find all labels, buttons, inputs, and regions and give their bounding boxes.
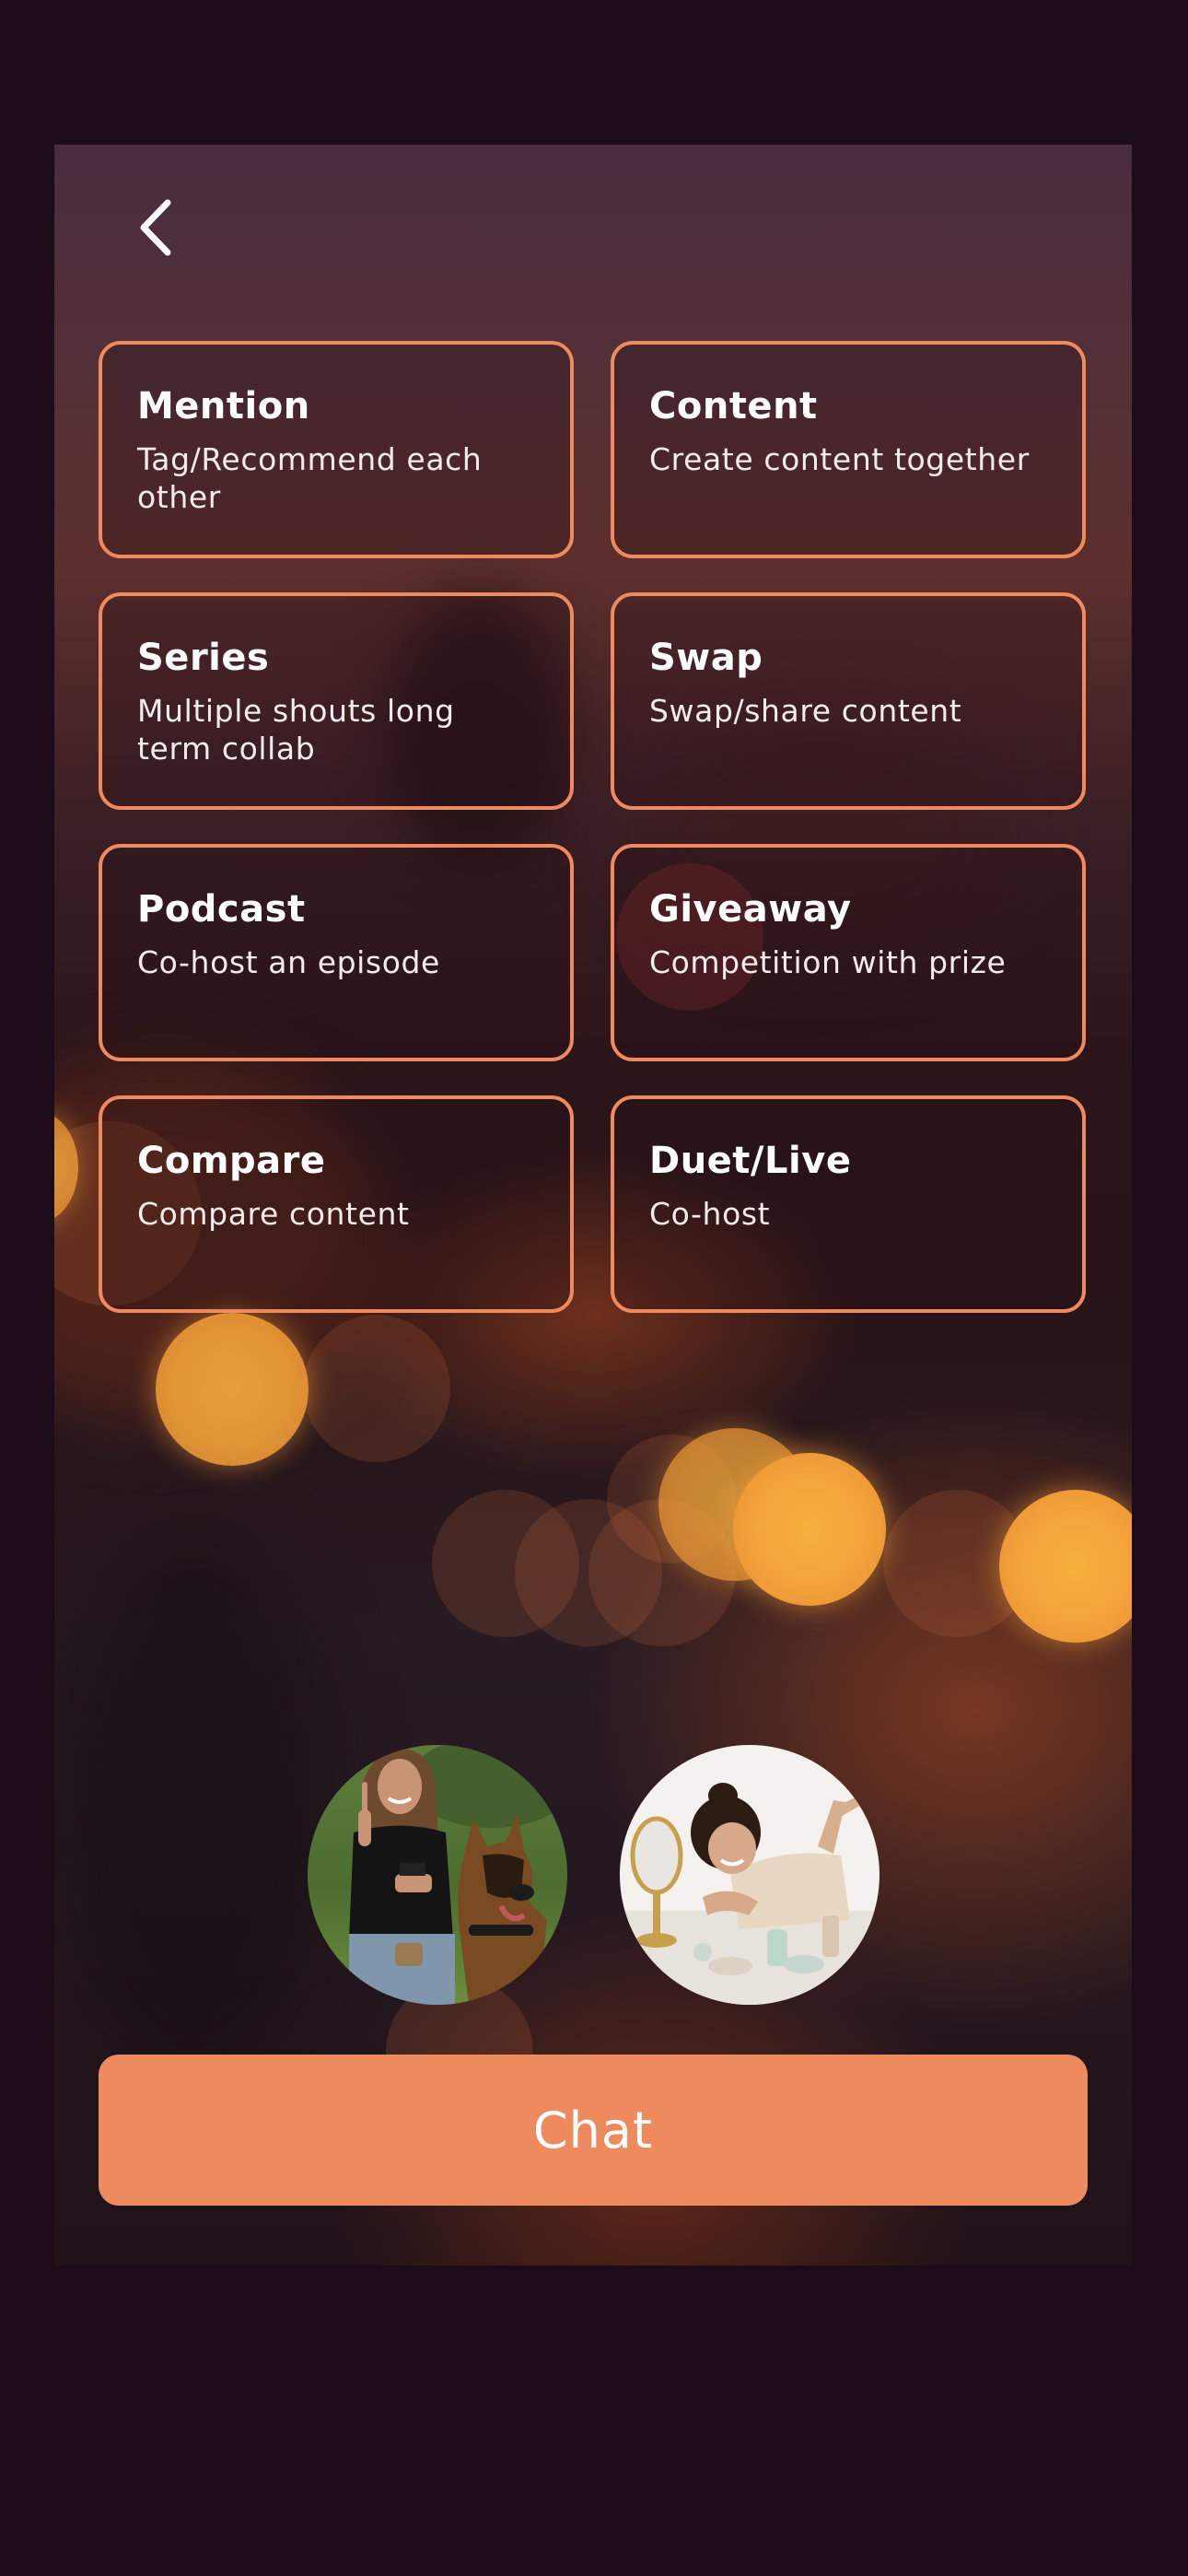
option-title: Mention: [137, 385, 310, 427]
chat-button[interactable]: Chat: [99, 2055, 1088, 2206]
option-card-content[interactable]: Content Create content together: [611, 341, 1086, 558]
background-blur: [54, 1527, 331, 2079]
app-screen: Mention Tag/Recommend each other Content…: [54, 145, 1132, 2266]
option-card-podcast[interactable]: Podcast Co-host an episode: [99, 844, 574, 1061]
option-description: Multiple shouts long term collab: [137, 693, 455, 767]
option-title: Duet/Live: [649, 1140, 852, 1182]
avatar-creator-2: [620, 1745, 879, 2005]
woman-with-mirror-photo: [620, 1745, 879, 2005]
option-title: Swap: [649, 637, 763, 679]
avatar-creator-1: [308, 1745, 567, 2005]
bokeh-light: [156, 1313, 309, 1466]
option-card-duet-live[interactable]: Duet/Live Co-host: [611, 1095, 1086, 1313]
option-card-series[interactable]: Series Multiple shouts long term collab: [99, 592, 574, 810]
option-title: Content: [649, 385, 818, 427]
bokeh-light: [999, 1490, 1132, 1643]
chevron-left-icon: [140, 199, 171, 256]
option-description: Tag/Recommend each other: [137, 441, 483, 515]
option-title: Podcast: [137, 888, 306, 931]
option-title: Series: [137, 637, 270, 679]
option-card-compare[interactable]: Compare Compare content: [99, 1095, 574, 1313]
bokeh-light: [303, 1315, 450, 1462]
option-card-mention[interactable]: Mention Tag/Recommend each other: [99, 341, 574, 558]
back-button[interactable]: [119, 191, 192, 264]
woman-with-dog-photo: [308, 1745, 567, 2005]
option-title: Compare: [137, 1140, 326, 1182]
option-card-swap[interactable]: Swap Swap/share content: [611, 592, 1086, 810]
option-description: Swap/share content: [649, 693, 962, 729]
option-description: Compare content: [137, 1196, 410, 1232]
option-description: Competition with prize: [649, 944, 1007, 980]
option-description: Co-host an episode: [137, 944, 440, 980]
option-description: Create content together: [649, 441, 1030, 477]
option-title: Giveaway: [649, 888, 852, 931]
option-card-giveaway[interactable]: Giveaway Competition with prize: [611, 844, 1086, 1061]
option-description: Co-host: [649, 1196, 771, 1232]
bokeh-light: [733, 1453, 886, 1606]
